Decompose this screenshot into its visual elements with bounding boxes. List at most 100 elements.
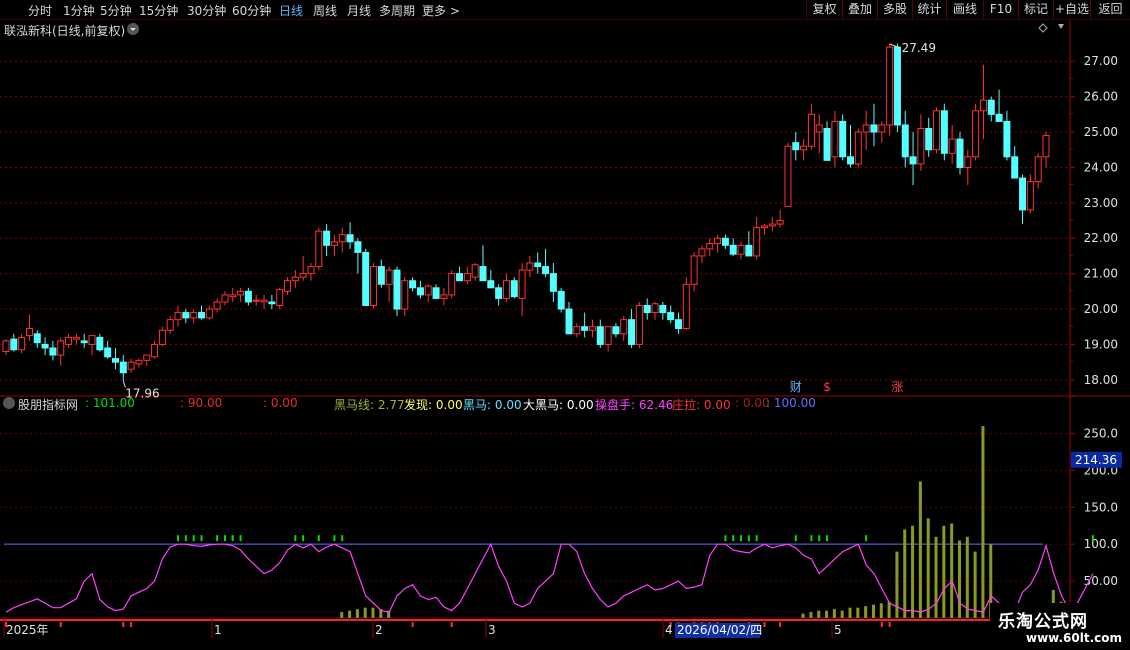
date-label: 3 [488,623,496,637]
timeframe-8[interactable]: 月线 [347,2,371,19]
candle-body [674,319,682,330]
indicator-value-number: 2.77 [374,398,405,412]
candle-body [745,244,753,257]
timeframe-2[interactable]: 5分钟 [100,2,132,19]
timeframe-6[interactable]: 日线 [279,2,303,19]
candle-body [839,120,847,158]
site-watermark: 乐淘公式网 www.60lt.com [990,603,1130,650]
candle-body [182,312,190,319]
toolbar-button-8[interactable]: 返回 [1090,0,1130,20]
candle-body [768,223,776,227]
toolbar-button-0[interactable]: 复权 [806,0,842,20]
candle-body [886,46,894,126]
candle-body [862,124,870,133]
candle-body [510,280,518,298]
candle-body [620,319,628,335]
candle-body [33,333,41,344]
candle-body [197,312,205,319]
candle-body [346,234,354,243]
candle-body [995,113,1003,122]
toolbar-button-5[interactable]: F10 [983,0,1018,20]
indicator-value-9: : 0.00 [735,396,770,410]
toolbar-button-3[interactable]: 统计 [912,0,946,20]
candle-body [800,145,808,151]
candle-body [925,128,933,151]
signal-bar [903,529,907,618]
indicator-value-number: 62.46 [635,398,674,412]
signal-bar [895,551,899,618]
candle-body [291,276,299,282]
timeframe-7[interactable]: 周线 [313,2,337,19]
price-axis-label: 24.00 [1084,160,1118,174]
indicator-value-label: 黑马 [463,398,488,412]
candle-body [315,230,323,268]
timeframe-9[interactable]: 多周期 [379,2,415,19]
candle-body [956,138,964,168]
price-axis-label: 26.00 [1084,90,1118,104]
candle-body [104,347,112,358]
candle-body [330,241,338,246]
candle-body [96,336,104,351]
stock-chart: 27.0026.0025.0024.0023.0022.0021.0020.00… [0,20,1130,650]
indicator-value-label: 操盘手 [595,398,632,412]
candle-body [542,266,550,275]
timeframe-3[interactable]: 15分钟 [139,2,178,19]
ind-axis-label: 250.0 [1084,426,1118,440]
candle-body [557,290,565,310]
candle-body [917,128,925,165]
candle-body [338,234,346,243]
toolbar-button-6[interactable]: 标记 [1018,0,1053,20]
candle-body [143,354,151,361]
price-axis-label: 20.00 [1084,302,1118,316]
candle-body [49,347,57,356]
timeframe-10[interactable]: 更多 > [422,2,460,19]
candle-body [502,280,510,299]
signal-bar [363,607,367,618]
candle-body [409,280,417,289]
indicator-value-number: 90.00 [184,396,223,410]
candle-body [416,287,424,296]
timeframe-1[interactable]: 1分钟 [63,2,95,19]
candle-body [440,294,448,299]
toolbar-button-7[interactable]: +自选 [1053,0,1090,20]
signal-bar [973,551,977,618]
signal-bar [864,606,868,618]
date-highlight-label: 2026/04/02/四 [677,623,762,637]
toolbar-button-1[interactable]: 叠加 [842,0,877,20]
candle-body [252,299,260,302]
indicator-value-label: 大黑马 [523,398,560,412]
event-marker: $ [823,380,831,394]
candle-body [385,269,393,285]
candle-body [479,266,487,282]
timeframe-5[interactable]: 60分钟 [232,2,271,19]
signal-bar [887,601,891,618]
candle-body [284,280,292,292]
candle-body [229,294,237,298]
candle-body [893,46,901,126]
candle-body [456,273,464,282]
signal-bar [911,525,915,618]
candle-body [221,294,229,303]
candle-body [933,110,941,151]
indicator-name: 股朋指标网 [18,398,79,412]
indicator-value-number: 0.00 [563,398,594,412]
signal-bar [950,523,954,618]
toolbar-button-4[interactable]: 画线 [946,0,983,20]
signal-bar [942,525,946,618]
candle-body [401,280,409,310]
indicator-value-label: 庄拉 [672,398,697,412]
indicator-toggle-icon[interactable] [3,397,15,409]
indicator-value-number: 0.00 [491,398,522,412]
indicator-value-10: : 100.00 [766,396,816,410]
timeframe-4[interactable]: 30分钟 [187,2,226,19]
candle-body [276,289,284,307]
candle-body [135,359,143,365]
ind-axis-label: 100.0 [1084,537,1118,551]
candle-body [80,340,88,344]
timeframe-0[interactable]: 分时 [28,2,52,19]
signal-bar [371,607,375,618]
candle-body [628,319,636,345]
toolbar-button-2[interactable]: 多股 [877,0,912,20]
candle-body [823,128,831,161]
indicator-value-1: : 90.00 [180,396,222,410]
